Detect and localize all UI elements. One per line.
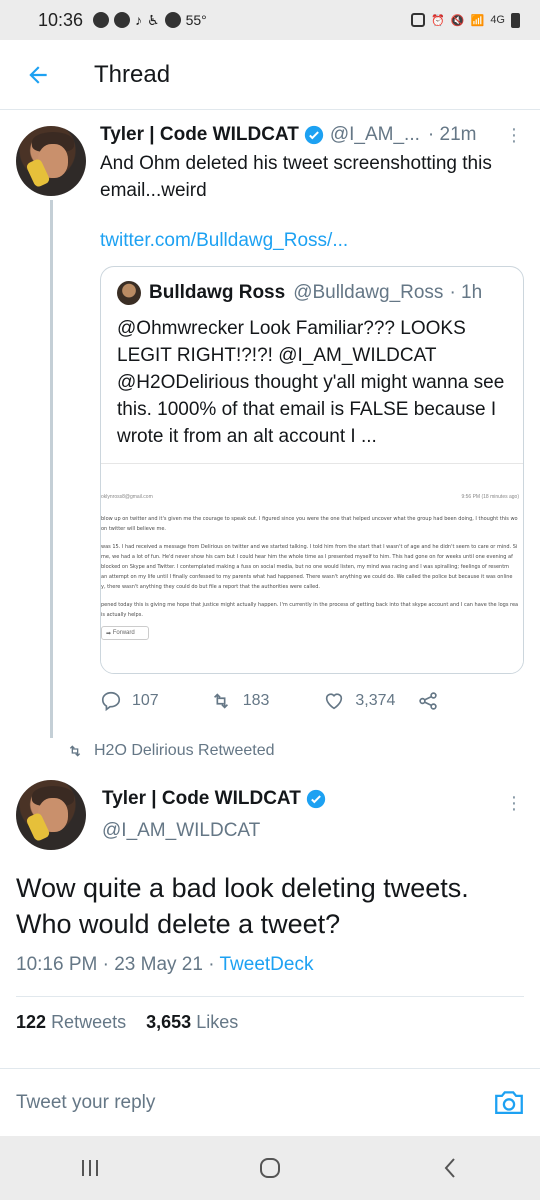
tweet-text: Wow quite a bad look deleting tweets. Wh… [16,873,469,939]
verified-badge-icon [306,789,326,809]
more-options-icon[interactable]: · · · [506,119,522,151]
status-time: 10:36 [38,9,84,30]
reply-count: 107 [132,692,159,709]
like-count[interactable]: 3,653 [146,1012,191,1032]
like-button[interactable]: 3,374 [323,690,395,712]
quoted-tweet[interactable]: Bulldawg Ross @Bulldawg_Ross · 1h @Ohmwr… [100,266,524,674]
author-name[interactable]: Tyler | Code WILDCAT [100,124,299,146]
quoted-author-name: Bulldawg Ross [149,282,286,303]
like-label[interactable]: Likes [196,1012,238,1032]
accessibility-icon: ♿ [147,11,160,28]
email-date: 9:56 PM (18 minutes ago) [461,494,519,500]
recents-button[interactable] [60,1148,120,1188]
camera-icon[interactable] [492,1086,526,1120]
quoted-avatar [117,281,141,305]
email-line: was 15. I had received a message from De… [101,544,518,550]
tweet-time: · 21m [427,124,477,145]
tiktok-icon: ♪ [135,12,143,28]
retweet-icon [213,693,228,709]
share-button[interactable] [417,690,439,712]
lock-icon [411,13,426,27]
alarm-icon: ⏰ [431,14,445,27]
email-address: oklynross8@gmail.com [101,494,153,500]
tweet-timestamp: 10:16 PM · 23 May 21 · TweetDeck [16,954,314,975]
tweet-header: Tyler | Code WILDCAT @I_AM_... · 21m [100,120,520,150]
divider [16,996,524,997]
reply-input[interactable]: Tweet your reply [16,1092,155,1114]
system-icons: ⏰ 🔇 📶 4G [411,12,520,28]
system-nav-bar [0,1136,540,1200]
retweet-button[interactable]: 183 [209,690,270,712]
quoted-tweet-text: @Ohmwrecker Look Familiar??? LOOKS LEGIT… [117,318,505,447]
email-line: blow up on twitter and it's given me the… [101,516,518,522]
share-icon [419,692,438,710]
email-line: y, there wasn't anything they could do b… [101,584,320,590]
back-icon [444,1158,455,1178]
page-title: Thread [94,60,171,88]
mute-icon: 🔇 [450,14,465,27]
avatar[interactable] [16,780,86,850]
email-line: on twitter will believe me. [101,526,167,532]
quoted-author-handle: @Bulldawg_Ross [293,282,444,303]
thread-line [50,200,53,738]
retweeted-by: H2O Delirious Retweeted [66,742,275,760]
tweet-stats: 122 Retweets 3,653 Likes [16,1012,238,1033]
home-button[interactable] [240,1148,300,1188]
reply-button[interactable]: 107 [100,690,159,712]
more-options-icon[interactable]: · · · [506,787,522,819]
tweet-text: And Ohm deleted his tweet screenshotting… [100,153,492,201]
network-label: 4G [490,14,505,26]
tweet-actions: 107 183 3,374 [100,686,520,716]
email-line: me, we had a lot of fun. He'd never show… [101,554,513,560]
status-bar: 10:36 ♪ ♿ 55° ⏰ 🔇 📶 4G [0,0,540,40]
battery-icon [511,12,520,28]
email-line: pened today this is giving me hope that … [101,602,519,608]
wifi-icon: 📶 [470,14,485,27]
retweet-count: 183 [242,692,270,709]
facebook-messenger-icon [114,12,131,28]
home-icon [260,1158,280,1178]
temperature: 55° [185,12,207,28]
like-count: 3,374 [355,692,396,709]
reply-icon [101,691,121,712]
retweet-count[interactable]: 122 [16,1012,46,1032]
retweeted-by-label[interactable]: H2O Delirious Retweeted [94,742,275,760]
header: Thread [0,40,540,110]
retweet-icon [69,745,81,757]
back-arrow-icon [29,65,47,84]
author-handle[interactable]: @I_AM_... [330,124,420,146]
verified-badge-icon [304,125,324,145]
reply-bar: Tweet your reply [0,1078,540,1134]
tweet-source[interactable]: TweetDeck [219,954,313,975]
retweet-label[interactable]: Retweets [51,1012,126,1032]
email-line: is actually helps. [101,612,143,618]
author-name[interactable]: Tyler | Code WILDCAT [102,788,301,810]
email-line: blocked on Skype and Twitter. I contempl… [101,564,510,570]
email-line: an attempt on my life until I finally co… [101,574,513,580]
quoted-tweet-time: · 1h [449,282,483,303]
tweet-link[interactable]: twitter.com/Bulldawg_Ross/... [100,230,348,252]
sync-icon [164,12,181,28]
recents-icon [82,1160,98,1176]
notification-icons: ♪ ♿ 55° [93,12,207,29]
author-name-row: Tyler | Code WILDCAT [102,788,332,810]
facebook-icon [93,12,110,28]
avatar[interactable] [16,126,86,196]
email-screenshot-image[interactable]: oklynross8@gmail.com 9:56 PM (18 minutes… [101,463,523,673]
back-button[interactable] [18,55,58,95]
back-nav-button[interactable] [420,1148,480,1188]
like-icon [326,693,343,710]
author-handle[interactable]: @I_AM_WILDCAT [102,820,260,842]
quoted-tweet-header: Bulldawg Ross @Bulldawg_Ross · 1h [117,281,482,305]
divider [0,1068,540,1069]
forward-button: ➡ Forward [101,626,149,640]
